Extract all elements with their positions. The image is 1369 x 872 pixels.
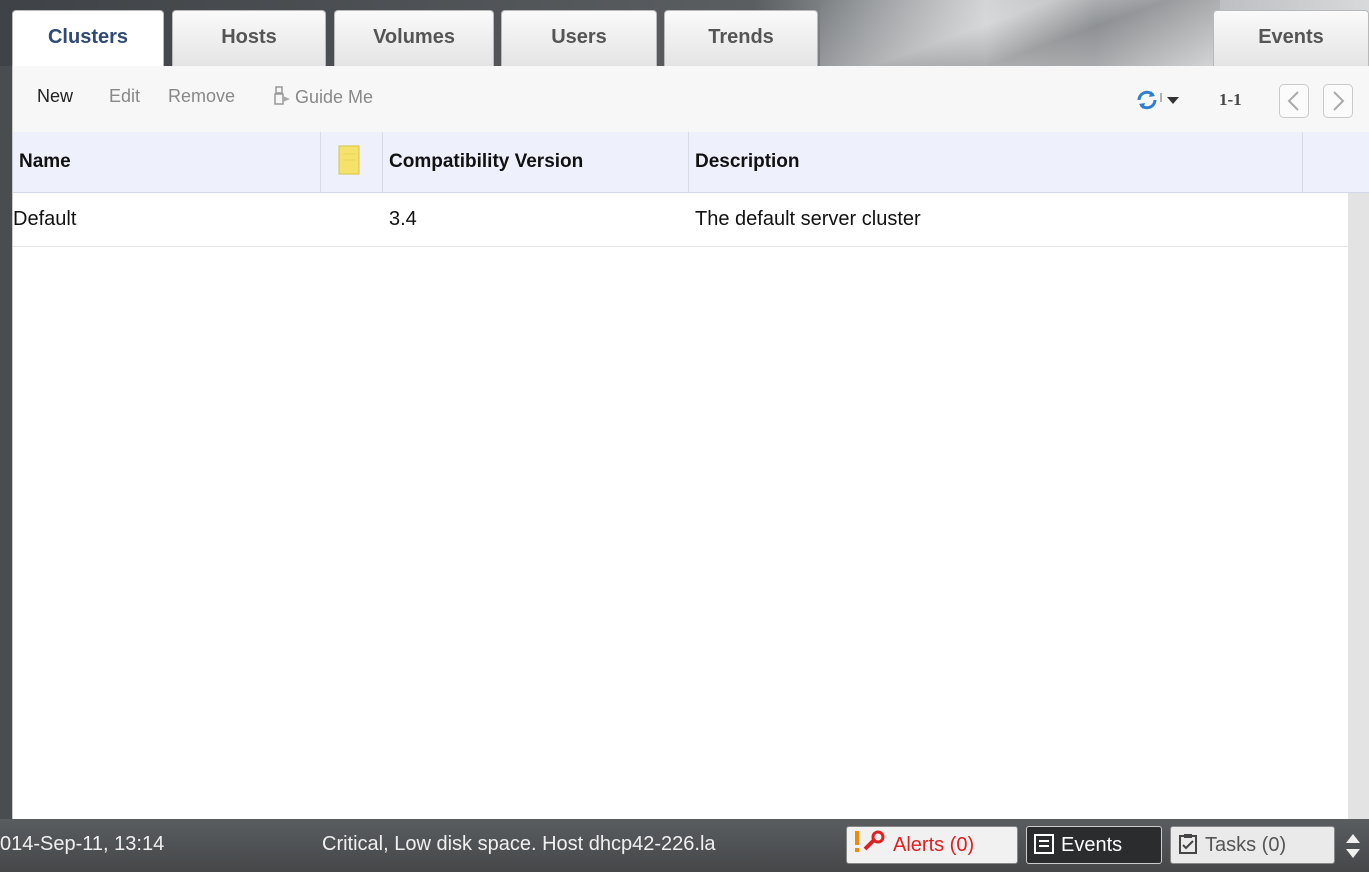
table-row[interactable]: Default 3.4 The default server cluster (13, 193, 1348, 247)
column-header-description[interactable]: Description (689, 132, 1303, 192)
guide-me-icon (274, 86, 290, 105)
tab-events[interactable]: Events (1213, 10, 1369, 66)
tab-trends[interactable]: Trends (664, 10, 818, 66)
expand-collapse-icon[interactable] (1343, 831, 1363, 861)
main-tab-strip: Clusters Hosts Volumes Users Trends Even… (0, 0, 1369, 68)
last-message-time: 014-Sep-11, 13:14 (0, 833, 165, 855)
clusters-panel: New Edit Remove Guide Me 1-1 Name Compat… (12, 66, 1369, 819)
guide-me-button[interactable]: Guide Me (273, 86, 373, 108)
tab-volumes[interactable]: Volumes (334, 10, 494, 66)
remove-button[interactable]: Remove (168, 86, 235, 107)
tasks-button[interactable]: Tasks (0) (1170, 826, 1335, 864)
cell-compatibility-version: 3.4 (389, 208, 417, 230)
events-icon (1034, 834, 1054, 854)
tab-clusters[interactable]: Clusters (12, 10, 164, 68)
events-button[interactable]: Events (1026, 826, 1162, 864)
alerts-button[interactable]: Alerts (0) (846, 826, 1018, 864)
cell-name: Default (13, 208, 77, 230)
chevron-right-icon (1333, 91, 1345, 111)
note-icon (338, 145, 360, 175)
new-button[interactable]: New (37, 86, 73, 107)
last-message-text: Critical, Low disk space. Host dhcp42-22… (322, 833, 716, 855)
pager-range: 1-1 (1219, 90, 1242, 109)
tab-hosts[interactable]: Hosts (172, 10, 326, 66)
events-label: Events (1061, 834, 1123, 856)
tasks-label: Tasks (0) (1205, 834, 1287, 856)
header-decoration (820, 0, 1220, 66)
cell-description: The default server cluster (695, 208, 921, 230)
vertical-scrollbar[interactable] (1348, 193, 1369, 819)
column-header-name[interactable]: Name (13, 132, 321, 192)
column-header-compatibility-version[interactable]: Compatibility Version (383, 132, 689, 192)
alerts-label: Alerts (0) (893, 834, 975, 856)
tasks-icon (1179, 834, 1197, 854)
previous-page-button[interactable] (1279, 84, 1309, 118)
refresh-icon[interactable] (1135, 88, 1187, 112)
toolbar: New Edit Remove Guide Me 1-1 (13, 66, 1369, 133)
next-page-button[interactable] (1323, 84, 1353, 118)
edit-button[interactable]: Edit (109, 86, 140, 107)
tab-users[interactable]: Users (501, 10, 657, 66)
column-header-comment[interactable] (321, 132, 383, 192)
grid-header: Name Compatibility Version Description (13, 132, 1369, 193)
guide-me-label: Guide Me (295, 87, 374, 107)
chevron-left-icon (1287, 91, 1299, 111)
alert-wrench-icon (855, 830, 885, 852)
status-bar: 014-Sep-11, 13:14 Critical, Low disk spa… (0, 819, 1369, 872)
